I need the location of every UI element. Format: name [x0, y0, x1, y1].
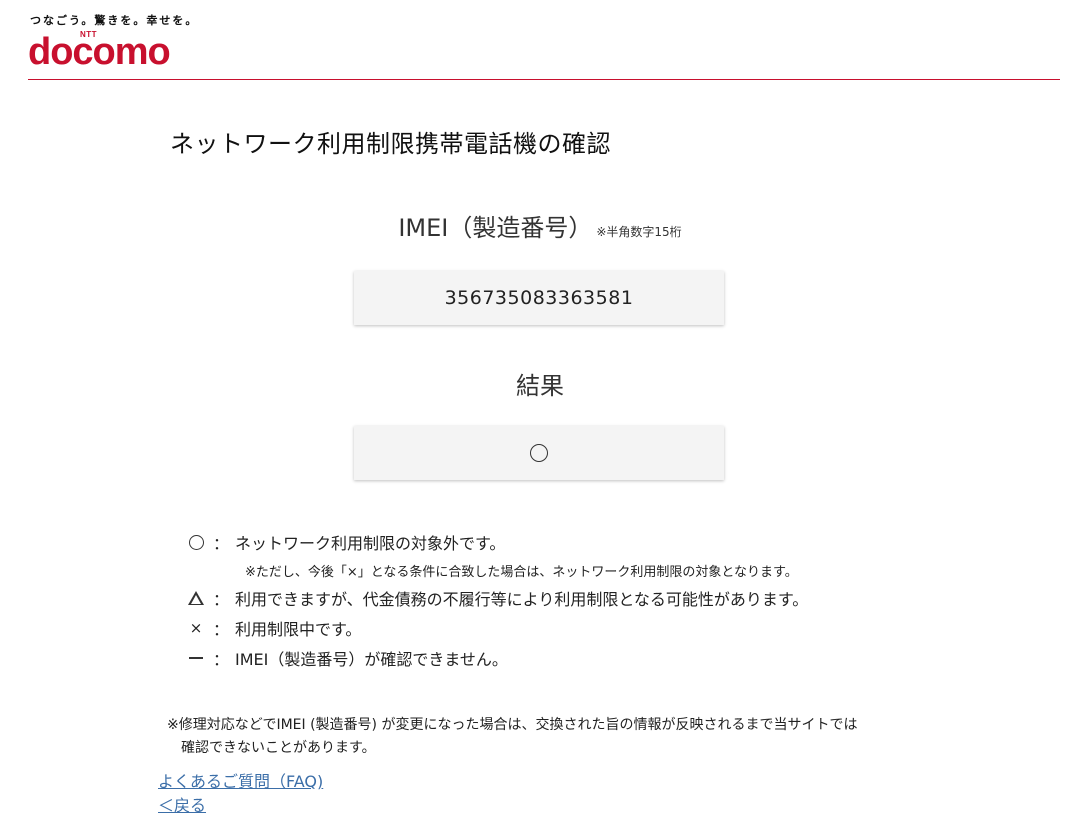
imei-label: IMEI（製造番号）: [398, 214, 593, 242]
faq-link[interactable]: よくあるご質問（FAQ): [158, 770, 323, 794]
imei-format-note: ※半角数字15桁: [596, 225, 682, 239]
circle-icon: [530, 444, 548, 462]
header-divider: [28, 79, 1060, 80]
repair-note-line: 確認できないことがあります。: [181, 740, 376, 756]
legend: ： ネットワーク利用制限の対象外です。 ※ただし、今後「×」となる条件に合致した…: [185, 527, 808, 673]
page-title: ネットワーク利用制限携帯電話機の確認: [170, 130, 611, 158]
legend-item: ： 利用できますが、代金債務の不履行等により利用制限となる可能性があります。: [185, 583, 808, 613]
legend-sub-note: ※ただし、今後「×」となる条件に合致した場合は、ネットワーク利用制限の対象となり…: [245, 564, 798, 580]
x-icon: ×: [189, 619, 203, 637]
dash-icon: [189, 657, 203, 659]
imei-value-field: 356735083363581: [354, 271, 724, 325]
docomo-logo[interactable]: NTT docomo: [28, 26, 188, 74]
result-label: 結果: [516, 372, 564, 400]
legend-text: 利用制限中です。: [235, 620, 362, 639]
legend-item: ： IMEI（製造番号）が確認できません。: [185, 643, 808, 673]
imei-heading: IMEI（製造番号） ※半角数字15桁: [0, 208, 1080, 243]
legend-text: 利用できますが、代金債務の不履行等により利用制限となる可能性があります。: [235, 590, 809, 609]
triangle-icon: [188, 591, 204, 605]
legend-item: × ： 利用制限中です。: [185, 613, 808, 643]
back-link[interactable]: ＜戻る: [158, 794, 323, 818]
legend-colon: ：: [212, 620, 229, 639]
logo-wordmark: docomo: [28, 31, 171, 73]
circle-icon: [188, 534, 204, 550]
legend-text: ネットワーク利用制限の対象外です。: [235, 534, 506, 553]
legend-text: IMEI（製造番号）が確認できません。: [235, 650, 508, 669]
result-value-field: [354, 426, 724, 480]
legend-colon: ：: [212, 650, 229, 669]
repair-note-line: ※修理対応などでIMEI (製造番号) が変更になった場合は、交換された旨の情報…: [167, 717, 858, 733]
legend-item: ： ネットワーク利用制限の対象外です。: [185, 527, 808, 557]
legend-colon: ：: [212, 534, 229, 553]
site-header: つなごう。驚きを。幸せを。 NTT docomo: [0, 0, 1080, 80]
repair-note: ※修理対応などでIMEI (製造番号) が変更になった場合は、交換された旨の情報…: [167, 714, 857, 760]
footer-links: よくあるご質問（FAQ) ＜戻る: [158, 770, 323, 818]
legend-colon: ：: [212, 590, 229, 609]
